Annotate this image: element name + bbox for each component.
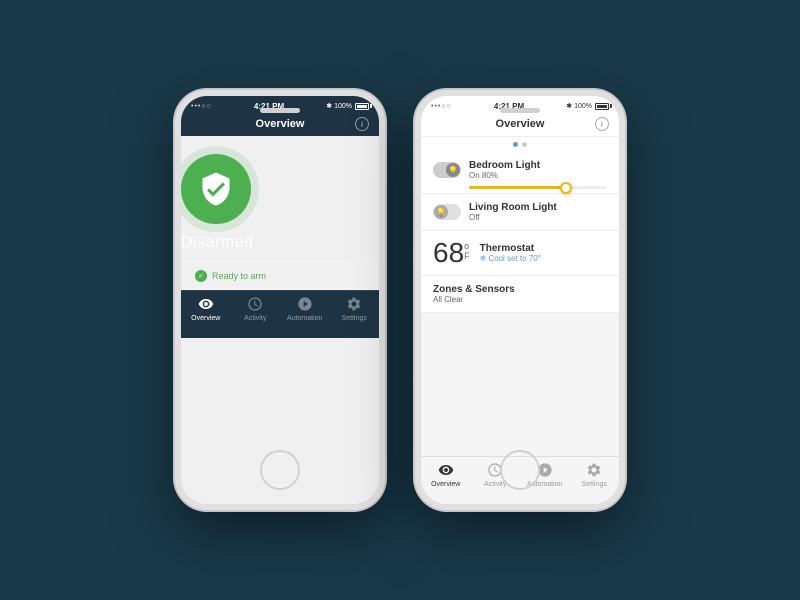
status-time-home: 4:21 PM: [494, 102, 524, 111]
nav-item-automation-home[interactable]: Automation: [520, 461, 570, 488]
dot-1: [513, 142, 518, 147]
page-dots: [421, 137, 619, 152]
bottom-nav-home: Overview Activity Automation Settings: [421, 456, 619, 504]
thermo-status: ❄ Cool set to 70°: [480, 254, 607, 263]
nav-label-overview-home: Overview: [431, 481, 460, 488]
snowflake-icon: ❄: [480, 254, 487, 263]
living-status: Off: [469, 213, 607, 222]
status-time: 4:21 PM: [254, 102, 284, 111]
device-thermostat: 68 o F Thermostat ❄ Cool set to 70°: [421, 231, 619, 276]
bulb-icon-living: 💡: [436, 208, 446, 217]
nav-item-activity[interactable]: Activity: [231, 295, 281, 322]
nav-item-overview[interactable]: Overview: [181, 295, 231, 322]
app-body-home: 💡 Bedroom Light On 80%: [421, 137, 619, 456]
battery-label-home: 100%: [574, 103, 592, 110]
nav-label-automation-home: Automation: [527, 481, 562, 488]
status-bar: •••○○ 4:21 PM ✱ 100%: [181, 96, 379, 114]
header-title-home: Overview: [496, 118, 545, 130]
temp-degree: o: [464, 242, 470, 251]
overview-icon: [197, 295, 215, 313]
chevron-right-icon: ›: [362, 271, 365, 282]
status-right-home: ✱ 100%: [566, 102, 609, 110]
app-header-home: Overview i: [421, 114, 619, 137]
automation-icon-home: [536, 461, 554, 479]
header-title: Overview: [256, 118, 305, 130]
ready-content: ✓ Ready to arm: [195, 270, 266, 282]
device-bedroom-row: 💡 Bedroom Light On 80%: [433, 160, 607, 180]
bedroom-info: Bedroom Light On 80%: [469, 160, 607, 180]
settings-icon-home: [585, 461, 603, 479]
brightness-knob: [560, 182, 572, 194]
nav-item-activity-home[interactable]: Activity: [471, 461, 521, 488]
thermo-name: Thermostat: [480, 243, 607, 254]
ready-bar[interactable]: ✓ Ready to arm ›: [181, 262, 379, 290]
dot-2: [522, 142, 527, 147]
bottom-nav: Overview Activity Automation Settings: [181, 290, 379, 338]
battery-icon-home: [595, 103, 609, 110]
battery-icon: [355, 103, 369, 110]
bluetooth-icon-home: ✱: [566, 102, 572, 110]
nav-item-automation[interactable]: Automation: [280, 295, 330, 322]
living-info: Living Room Light Off: [469, 202, 607, 222]
phone-home: •••○○ 4:21 PM ✱ 100% Overview i 💡: [415, 90, 625, 510]
bulb-icon-bedroom: 💡: [448, 166, 458, 175]
disarmed-text: Disarmed: [181, 234, 379, 252]
living-toggle-knob: 💡: [434, 205, 448, 219]
thermo-status-text: Cool set to 70°: [488, 254, 541, 263]
device-zones: Zones & Sensors All Clear: [421, 276, 619, 313]
temp-display: 68 o F: [433, 239, 470, 267]
thermostat-row: 68 o F Thermostat ❄ Cool set to 70°: [433, 239, 607, 267]
nav-item-overview-home[interactable]: Overview: [421, 461, 471, 488]
device-bedroom: 💡 Bedroom Light On 80%: [421, 152, 619, 194]
temp-number: 68: [433, 239, 464, 267]
battery-label: 100%: [334, 103, 352, 110]
settings-icon: [345, 295, 363, 313]
shield-icon: [198, 171, 234, 207]
bedroom-status: On 80%: [469, 171, 607, 180]
info-icon[interactable]: i: [355, 117, 369, 131]
zones-status: All Clear: [433, 295, 607, 304]
temp-units: o F: [464, 242, 470, 261]
brightness-fill: [469, 186, 566, 189]
nav-label-settings: Settings: [342, 315, 367, 322]
living-toggle[interactable]: 💡: [433, 204, 461, 220]
app-header: Overview i: [181, 114, 379, 136]
activity-icon-home: [486, 461, 504, 479]
bedroom-toggle-knob: 💡: [446, 163, 460, 177]
nav-label-activity-home: Activity: [484, 481, 506, 488]
bedroom-brightness-slider[interactable]: [469, 186, 607, 189]
zones-name: Zones & Sensors: [433, 284, 607, 295]
device-living-row: 💡 Living Room Light Off: [433, 202, 607, 222]
shield-container: [181, 154, 251, 224]
status-right: ✱ 100%: [326, 102, 369, 110]
check-icon: ✓: [195, 270, 207, 282]
nav-label-activity: Activity: [244, 315, 266, 322]
automation-icon: [296, 295, 314, 313]
thermo-info: Thermostat ❄ Cool set to 70°: [480, 243, 607, 263]
bedroom-toggle[interactable]: 💡: [433, 162, 461, 178]
status-bar-home: •••○○ 4:21 PM ✱ 100%: [421, 96, 619, 114]
overview-icon-home: [437, 461, 455, 479]
activity-icon: [246, 295, 264, 313]
temp-unit: F: [464, 251, 470, 261]
info-icon-home[interactable]: i: [595, 117, 609, 131]
nav-item-settings[interactable]: Settings: [330, 295, 380, 322]
bluetooth-icon: ✱: [326, 102, 332, 110]
status-dots: •••○○: [191, 103, 212, 110]
living-name: Living Room Light: [469, 202, 607, 213]
ready-label: Ready to arm: [212, 271, 266, 281]
nav-item-settings-home[interactable]: Settings: [570, 461, 620, 488]
device-list: 💡 Bedroom Light On 80%: [421, 152, 619, 456]
nav-label-overview: Overview: [191, 315, 220, 322]
app-body: Disarmed ✓ Ready to arm › Living Room 8:…: [181, 136, 379, 290]
device-living-room: 💡 Living Room Light Off: [421, 194, 619, 231]
bedroom-name: Bedroom Light: [469, 160, 607, 171]
status-dots-home: •••○○: [431, 103, 452, 110]
nav-label-automation: Automation: [287, 315, 322, 322]
nav-label-settings-home: Settings: [582, 481, 607, 488]
phone-security: •••○○ 4:21 PM ✱ 100% Overview i Disarmed…: [175, 90, 385, 510]
